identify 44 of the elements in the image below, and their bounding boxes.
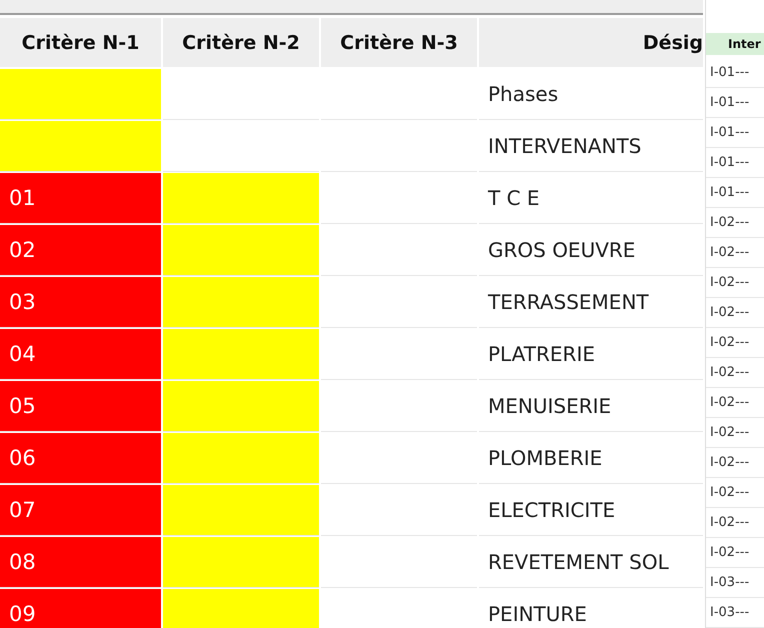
table-cell: 06	[0, 433, 161, 483]
table-cell: I-02---	[706, 508, 764, 538]
table-cell: T C E	[479, 173, 703, 223]
table-cell: PEINTURE	[479, 589, 703, 628]
table-cell: I-02---	[706, 388, 764, 418]
table-cell: 07	[0, 485, 161, 535]
table-cell: I-02---	[706, 238, 764, 268]
table-cell: I-03---	[706, 598, 764, 628]
table-cell: GROS OEUVRE	[479, 225, 703, 275]
table-cell: MENUISERIE	[479, 381, 703, 431]
table-cell: I-01---	[706, 178, 764, 208]
table-cell: 02	[0, 225, 161, 275]
table-cell: I-01---	[706, 88, 764, 118]
table-cell: PLATRERIE	[479, 329, 703, 379]
table-cell: I-02---	[706, 478, 764, 508]
table-cell: I-02---	[706, 268, 764, 298]
column-header: Désig	[479, 18, 703, 67]
table-cell: I-02---	[706, 538, 764, 568]
column-header: Inter	[706, 33, 764, 55]
table-cell: I-02---	[706, 328, 764, 358]
table-cell: Phases	[479, 69, 703, 119]
table-cell: 03	[0, 277, 161, 327]
column-header: Critère N-3	[321, 18, 477, 67]
table-cell: I-02---	[706, 418, 764, 448]
table-cell: I-02---	[706, 208, 764, 238]
table-cell: I-03---	[706, 568, 764, 598]
table-cell: I-01---	[706, 148, 764, 178]
table-cell: I-02---	[706, 448, 764, 478]
table-cell: I-02---	[706, 358, 764, 388]
table-cell: REVETEMENT SOL	[479, 537, 703, 587]
column-header: Critère N-2	[163, 18, 319, 67]
table-cell: 01	[0, 173, 161, 223]
table-cell: INTERVENANTS	[479, 121, 703, 171]
column-header: Critère N-1	[0, 18, 161, 67]
table-cell: I-01---	[706, 58, 764, 88]
table-cell: TERRASSEMENT	[479, 277, 703, 327]
table-cell: 05	[0, 381, 161, 431]
table-cell: PLOMBERIE	[479, 433, 703, 483]
table-cell: I-02---	[706, 298, 764, 328]
table-cell: ELECTRICITE	[479, 485, 703, 535]
table-cell: 09	[0, 589, 161, 628]
table-cell: 08	[0, 537, 161, 587]
table-cell: I-01---	[706, 118, 764, 148]
table-cell: 04	[0, 329, 161, 379]
